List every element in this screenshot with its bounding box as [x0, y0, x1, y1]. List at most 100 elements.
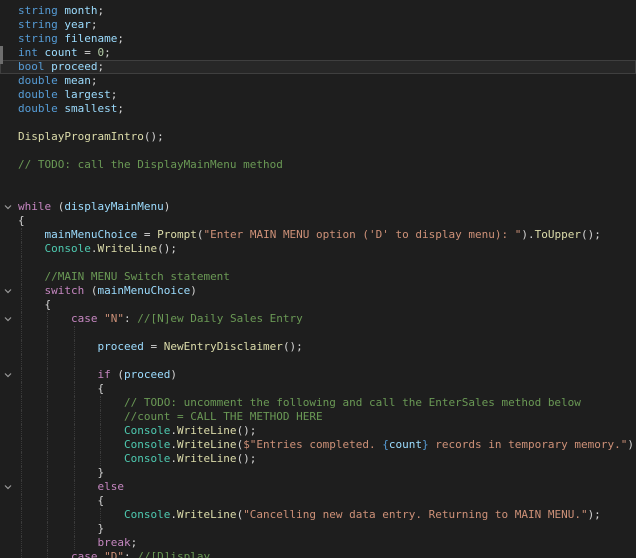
code-line[interactable]	[0, 256, 636, 270]
code-text: {	[18, 382, 104, 395]
token-pun: ;	[97, 60, 105, 73]
token-kw: {	[382, 438, 389, 451]
code-editor[interactable]: string month; string year; string filename…	[0, 0, 636, 558]
indent-guide	[21, 326, 22, 340]
code-line[interactable]: break;	[0, 536, 636, 550]
code-line[interactable]	[0, 172, 636, 186]
code-lines: string month; string year; string filename…	[0, 4, 636, 558]
code-line[interactable]: //count = CALL THE METHOD HERE	[0, 410, 636, 424]
code-line[interactable]: string filename;	[0, 32, 636, 46]
code-line[interactable]: case "D": //[D]isplay	[0, 550, 636, 558]
token-str: "D"	[97, 550, 124, 558]
code-line[interactable]: Console.WriteLine();	[0, 452, 636, 466]
code-line[interactable]: // TODO: call the DisplayMainMenu method	[0, 158, 636, 172]
code-line[interactable]: string year;	[0, 18, 636, 32]
code-text: Console.WriteLine($"Entries completed. {…	[18, 438, 636, 451]
token-pun: =	[77, 46, 98, 59]
fold-chevron-icon[interactable]	[3, 286, 13, 296]
code-line[interactable]: {	[0, 382, 636, 396]
code-line[interactable]: else	[0, 480, 636, 494]
code-line[interactable]: double smallest;	[0, 102, 636, 116]
token-fn: WriteLine	[176, 438, 237, 451]
code-line[interactable]: double mean;	[0, 74, 636, 88]
token-pun: ).	[521, 228, 535, 241]
token-str: "Cancelling new data entry. Returning to…	[243, 508, 588, 521]
token-pun: )	[163, 200, 171, 213]
token-pun: ();	[282, 340, 303, 353]
code-line[interactable]	[0, 144, 636, 158]
fold-chevron-icon[interactable]	[3, 202, 13, 212]
token-cls: Console	[123, 438, 171, 451]
code-line[interactable]: mainMenuChoice = Prompt("Enter MAIN MENU…	[0, 228, 636, 242]
token-kw: double	[18, 74, 58, 87]
code-line[interactable]: while (displayMainMenu)	[0, 200, 636, 214]
code-text: // TODO: uncomment the following and cal…	[18, 396, 581, 409]
token-kw: int	[18, 46, 38, 59]
code-line[interactable]	[0, 116, 636, 130]
code-line[interactable]: }	[0, 522, 636, 536]
token-fn: ToUpper	[534, 228, 581, 241]
code-line[interactable]: DisplayProgramIntro();	[0, 130, 636, 144]
code-line[interactable]: {	[0, 494, 636, 508]
code-line[interactable]: }	[0, 466, 636, 480]
code-line[interactable]	[0, 326, 636, 340]
code-text: {	[18, 494, 104, 507]
code-line[interactable]: double largest;	[0, 88, 636, 102]
code-text: proceed = NewEntryDisclaimer();	[18, 340, 303, 353]
token-pun: ();	[143, 130, 164, 143]
token-com: //[N]ew Daily Sales Entry	[137, 312, 303, 325]
token-pun: ;	[117, 102, 124, 115]
code-line[interactable]: int count = 0;	[0, 46, 636, 60]
token-pun: (	[84, 284, 98, 297]
token-fn: WriteLine	[176, 508, 237, 521]
indent-guide	[47, 326, 49, 340]
code-line[interactable]: //MAIN MENU Switch statement	[0, 270, 636, 284]
token-pun: }	[97, 466, 105, 479]
token-ctl: while	[18, 200, 52, 213]
code-line[interactable]: // TODO: uncomment the following and cal…	[0, 396, 636, 410]
code-line[interactable]: switch (mainMenuChoice)	[0, 284, 636, 298]
code-line[interactable]: {	[0, 214, 636, 228]
token-var: filename	[57, 32, 118, 45]
fold-chevron-icon[interactable]	[3, 370, 13, 380]
token-str: $"Entries completed.	[243, 438, 383, 451]
token-ctl: if	[97, 368, 111, 381]
token-cls: Console	[123, 424, 171, 437]
token-pun: :	[123, 312, 138, 325]
code-line[interactable]: if (proceed)	[0, 368, 636, 382]
gutter-marker	[0, 46, 3, 64]
code-line[interactable]: proceed = NewEntryDisclaimer();	[0, 340, 636, 354]
token-ctl: break	[97, 536, 131, 549]
code-line[interactable]: Console.WriteLine();	[0, 242, 636, 256]
code-text: Console.WriteLine("Cancelling new data e…	[18, 508, 601, 521]
code-text: bool proceed;	[18, 60, 104, 73]
token-pun: ();	[236, 452, 257, 465]
token-pun: ;	[97, 4, 105, 17]
code-text: case "D": //[D]isplay	[18, 550, 210, 558]
token-com: // TODO: uncomment the following and cal…	[123, 396, 581, 409]
code-line[interactable]: Console.WriteLine("Cancelling new data e…	[0, 508, 636, 522]
token-str: "N"	[97, 312, 124, 325]
fold-chevron-icon[interactable]	[3, 314, 13, 324]
token-pun: ;	[104, 46, 111, 59]
code-text: {	[18, 298, 52, 311]
code-text: switch (mainMenuChoice)	[18, 284, 197, 297]
code-line[interactable]	[0, 186, 636, 200]
token-ctl: else	[97, 480, 124, 493]
code-text: }	[18, 522, 104, 535]
code-text: string month;	[18, 4, 104, 17]
token-pun: );	[627, 438, 636, 451]
code-text: Console.WriteLine();	[18, 452, 256, 465]
fold-chevron-icon[interactable]	[3, 482, 13, 492]
code-line[interactable]: Console.WriteLine();	[0, 424, 636, 438]
token-pun: .	[170, 508, 177, 521]
code-line[interactable]: {	[0, 298, 636, 312]
token-cls: Console	[44, 242, 91, 255]
token-com: //count = CALL THE METHOD HERE	[123, 410, 323, 423]
code-line[interactable]: Console.WriteLine($"Entries completed. {…	[0, 438, 636, 452]
code-line[interactable]	[0, 354, 636, 368]
code-line-current[interactable]: bool proceed;	[0, 60, 636, 74]
token-pun: ;	[117, 32, 124, 45]
code-line[interactable]: string month;	[0, 4, 636, 18]
code-line[interactable]: case "N": //[N]ew Daily Sales Entry	[0, 312, 636, 326]
